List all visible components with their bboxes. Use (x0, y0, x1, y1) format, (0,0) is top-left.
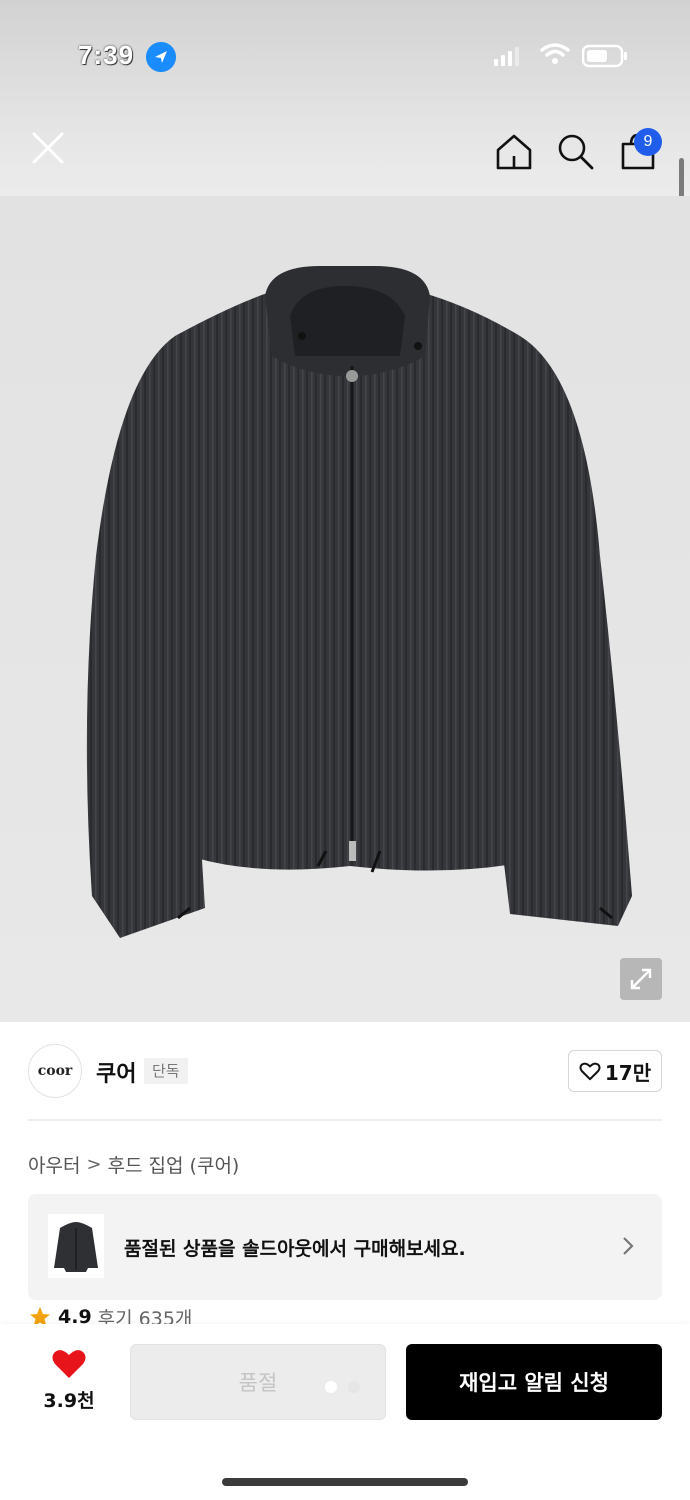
heart-outline-icon (579, 1062, 601, 1081)
product-image[interactable] (0, 196, 690, 1022)
top-nav-bar (0, 110, 690, 196)
restock-alert-button[interactable]: 재입고 알림 신청 (406, 1344, 662, 1420)
wifi-icon (540, 43, 570, 64)
brand-name[interactable]: 쿠어 (96, 1056, 136, 1088)
bottom-action-bar: 3.9천 품절 재입고 알림 신청 (0, 1324, 690, 1500)
brand-like-count: 17만 (604, 1060, 652, 1085)
search-icon[interactable] (554, 130, 598, 174)
heart-filled-icon (52, 1350, 86, 1378)
breadcrumb: 아우터 > 후드 집업 (쿠어) (28, 1150, 239, 1178)
breadcrumb-separator: > (86, 1153, 102, 1175)
status-time: 7:39 (78, 40, 135, 70)
wishlist-button[interactable]: 3.9천 (38, 1348, 100, 1418)
breadcrumb-category[interactable]: 아우터 (28, 1151, 80, 1178)
home-icon[interactable] (492, 130, 536, 174)
banner-thumbnail (48, 1214, 104, 1278)
chevron-right-icon (623, 1237, 634, 1255)
close-icon[interactable] (26, 126, 70, 170)
cart-count-badge: 9 (634, 128, 662, 156)
breadcrumb-subcategory[interactable]: 후드 집업 (쿠어) (108, 1151, 240, 1178)
location-arrow-icon (146, 42, 176, 72)
brand-like-button[interactable]: 17만 (568, 1050, 662, 1092)
battery-icon (582, 44, 627, 68)
wishlist-count: 3.9천 (43, 1390, 95, 1412)
divider (28, 1119, 662, 1121)
page-indicator-dots (325, 1381, 360, 1393)
exclusive-badge: 단독 (144, 1058, 188, 1084)
soldout-banner[interactable]: 품절된 상품을 솔드아웃에서 구매해보세요. (28, 1194, 662, 1300)
expand-icon[interactable] (620, 958, 662, 1000)
jacket-illustration (0, 196, 690, 1022)
brand-row[interactable]: coor 쿠어 단독 17만 (0, 1024, 690, 1120)
brand-logo[interactable]: coor (28, 1044, 82, 1098)
home-indicator (222, 1478, 468, 1486)
status-bar: 7:39 (0, 0, 690, 110)
soldout-banner-text: 품절된 상품을 솔드아웃에서 구매해보세요. (124, 1238, 466, 1260)
signal-icon (494, 47, 519, 66)
